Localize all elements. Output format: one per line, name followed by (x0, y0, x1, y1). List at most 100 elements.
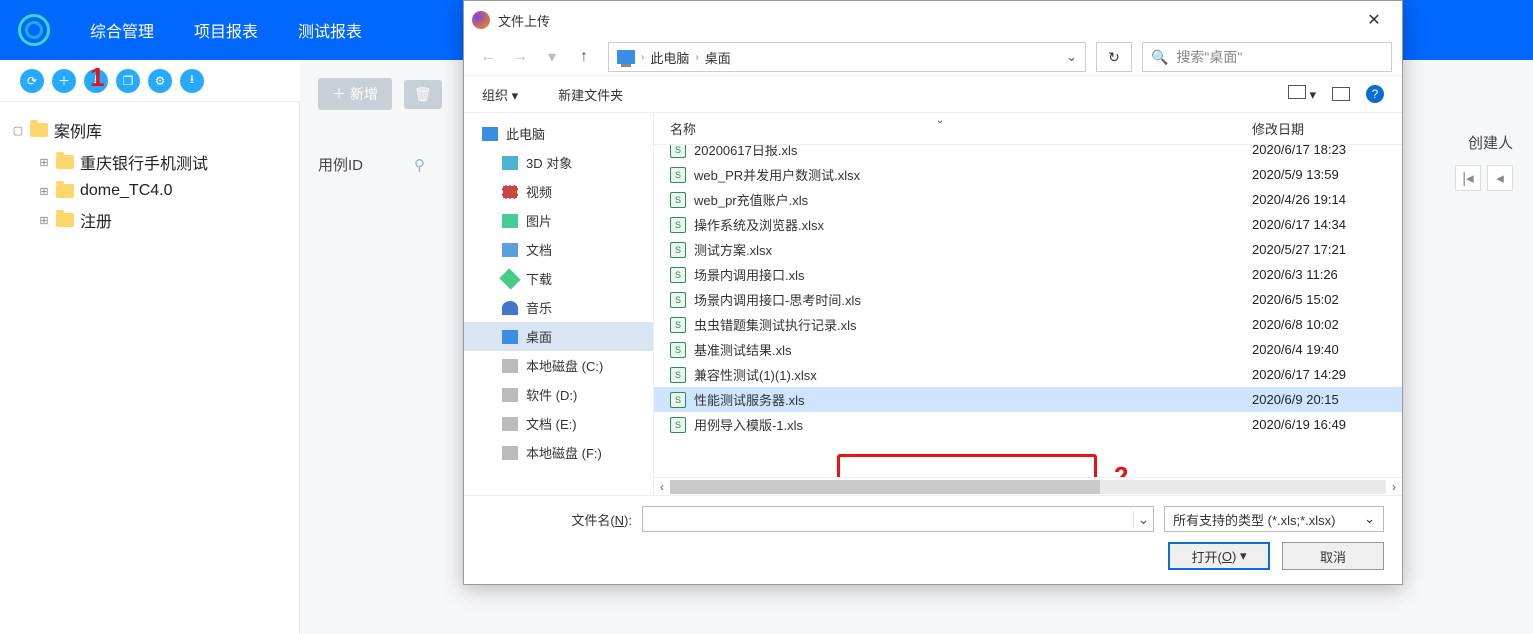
chevron-right-icon: › (695, 52, 698, 63)
copy-icon[interactable]: ❐ (116, 69, 140, 93)
breadcrumb[interactable]: › 此电脑 › 桌面 ⌄ (608, 42, 1086, 72)
tree-root[interactable]: ▢ 案例库 (10, 114, 289, 146)
excel-icon: S (670, 217, 686, 233)
preview-pane-icon[interactable] (1332, 87, 1350, 101)
file-row[interactable]: S场景内调用接口-思考时间.xls2020/6/5 15:02 (654, 287, 1402, 312)
file-row[interactable]: S20200617日报.xls2020/6/17 18:23 (654, 145, 1402, 162)
col-date[interactable]: 修改日期 (1252, 119, 1392, 138)
sidebar-item[interactable]: 本地磁盘 (C:) (464, 351, 653, 380)
scroll-right-icon[interactable]: › (1392, 480, 1396, 494)
scrollbar-track[interactable] (670, 480, 1386, 494)
file-row[interactable]: S测试方案.xlsx2020/5/27 17:21 (654, 237, 1402, 262)
dialog-title: 文件上传 (498, 11, 550, 30)
nav-item[interactable]: 测试报表 (298, 18, 362, 42)
dl-icon (499, 268, 520, 289)
sidebar-item[interactable]: 文档 (464, 235, 653, 264)
add-icon[interactable]: ＋ (52, 69, 76, 93)
file-row[interactable]: S性能测试服务器.xls2020/6/9 20:15 (654, 387, 1402, 412)
file-row[interactable]: S场景内调用接口.xls2020/6/3 11:26 (654, 262, 1402, 287)
cancel-button[interactable]: 取消 (1282, 542, 1384, 570)
filename-input[interactable] (643, 512, 1133, 527)
excel-icon: S (670, 317, 686, 333)
file-row[interactable]: S兼容性测试(1)(1).xlsx2020/6/17 14:29 (654, 362, 1402, 387)
refresh-icon[interactable]: ⟳ (20, 69, 44, 93)
organize-menu[interactable]: 组织 ▾ (482, 85, 518, 104)
collapse-icon[interactable]: ▢ (12, 124, 24, 137)
open-button[interactable]: 打开(O) ▾ (1168, 542, 1270, 570)
file-upload-dialog: 文件上传 ✕ ← → ▾ ↑ › 此电脑 › 桌面 ⌄ ↻ 🔍 搜索"桌面" 组… (463, 0, 1403, 585)
tree-item[interactable]: ⊞ 注册 (10, 204, 289, 236)
col-creator: 创建人 (1468, 132, 1513, 153)
delete-button[interactable]: 🗑 (404, 80, 442, 109)
new-folder-button[interactable]: 新建文件夹 (558, 85, 623, 104)
file-name: 测试方案.xlsx (694, 240, 772, 259)
expand-icon[interactable]: ⊞ (38, 214, 50, 227)
sidebar-item-label: 本地磁盘 (F:) (526, 443, 602, 462)
file-name: web_pr充值账户.xls (694, 190, 808, 209)
folder-icon (56, 213, 74, 227)
sidebar-item[interactable]: 3D 对象 (464, 148, 653, 177)
file-row[interactable]: Sweb_pr充值账户.xls2020/4/26 19:14 (654, 187, 1402, 212)
expand-icon[interactable]: ⊞ (38, 185, 50, 198)
sidebar-item[interactable]: 软件 (D:) (464, 380, 653, 409)
folder-icon (30, 123, 48, 137)
settings-icon[interactable]: ⚙ (148, 69, 172, 93)
tree-item[interactable]: ⊞ dome_TC4.0 (10, 178, 289, 204)
file-name: 场景内调用接口-思考时间.xls (694, 290, 861, 309)
sidebar-item-label: 此电脑 (506, 124, 545, 143)
expand-icon[interactable]: ⊞ (38, 156, 50, 169)
sidebar-item[interactable]: 下载 (464, 264, 653, 293)
sidebar-item-label: 3D 对象 (526, 153, 572, 172)
download-icon[interactable]: ⭳ (180, 69, 204, 93)
sidebar-item[interactable]: 视频 (464, 177, 653, 206)
tree-label: 案例库 (54, 118, 102, 142)
file-name: 操作系统及浏览器.xlsx (694, 215, 824, 234)
folder-icon (56, 184, 74, 198)
view-mode-icon[interactable]: ▾ (1288, 85, 1316, 103)
search-input[interactable]: 🔍 搜索"桌面" (1142, 42, 1392, 72)
file-name: web_PR并发用户数测试.xlsx (694, 165, 860, 184)
forward-icon[interactable]: → (506, 43, 534, 71)
crumb-item[interactable]: 桌面 (705, 48, 731, 67)
sidebar-item[interactable]: 桌面 (464, 322, 653, 351)
filename-history-dropdown[interactable]: ⌄ (1133, 511, 1153, 528)
excel-icon: S (670, 342, 686, 358)
close-icon[interactable]: ✕ (1354, 10, 1394, 30)
back-icon[interactable]: ← (474, 43, 502, 71)
scroll-left-icon[interactable]: ‹ (660, 480, 664, 494)
sidebar-item[interactable]: 此电脑 (464, 119, 653, 148)
sidebar-item-label: 文档 (526, 240, 552, 259)
sidebar-item[interactable]: 本地磁盘 (F:) (464, 438, 653, 467)
nav-item[interactable]: 项目报表 (194, 18, 258, 42)
desk-icon (502, 330, 518, 344)
pc-icon (617, 50, 635, 64)
nav-item[interactable]: 综合管理 (90, 18, 154, 42)
filter-icon[interactable]: ⚲ (414, 156, 425, 174)
sidebar-item[interactable]: 音乐 (464, 293, 653, 322)
horizontal-scrollbar[interactable]: ‹ › (654, 477, 1402, 495)
doc-icon (502, 243, 518, 257)
pager-prev-icon[interactable]: ◂ (1487, 165, 1513, 191)
file-row[interactable]: S用例导入模版-1.xls2020/6/19 16:49 (654, 412, 1402, 437)
annotation-box (837, 454, 1097, 477)
file-row[interactable]: Sweb_PR并发用户数测试.xlsx2020/5/9 13:59 (654, 162, 1402, 187)
crumb-item[interactable]: 此电脑 (650, 48, 689, 67)
file-row[interactable]: S基准测试结果.xls2020/6/4 19:40 (654, 337, 1402, 362)
file-type-select[interactable]: 所有支持的类型 (*.xls;*.xlsx)⌄ (1164, 506, 1384, 532)
annotation-1: 1 (90, 62, 104, 93)
pager-first-icon[interactable]: |◂ (1455, 165, 1481, 191)
sidebar-item[interactable]: 文档 (E:) (464, 409, 653, 438)
recent-dropdown-icon[interactable]: ▾ (538, 43, 566, 71)
sidebar-item[interactable]: 图片 (464, 206, 653, 235)
refresh-icon[interactable]: ↻ (1096, 42, 1132, 72)
add-button[interactable]: ＋ 新增 (318, 78, 392, 110)
tree-item[interactable]: ⊞ 重庆银行手机测试 (10, 146, 289, 178)
up-icon[interactable]: ↑ (570, 43, 598, 71)
col-name[interactable]: 名称 (670, 119, 1252, 138)
file-row[interactable]: S操作系统及浏览器.xlsx2020/6/17 14:34 (654, 212, 1402, 237)
sidebar-item-label: 本地磁盘 (C:) (526, 356, 603, 375)
dialog-footer: 文件名(N): ⌄ 所有支持的类型 (*.xls;*.xlsx)⌄ 打开(O) … (464, 495, 1402, 584)
help-icon[interactable]: ? (1366, 85, 1384, 103)
file-row[interactable]: S虫虫错题集测试执行记录.xls2020/6/8 10:02 (654, 312, 1402, 337)
chevron-down-icon[interactable]: ⌄ (1066, 49, 1077, 65)
